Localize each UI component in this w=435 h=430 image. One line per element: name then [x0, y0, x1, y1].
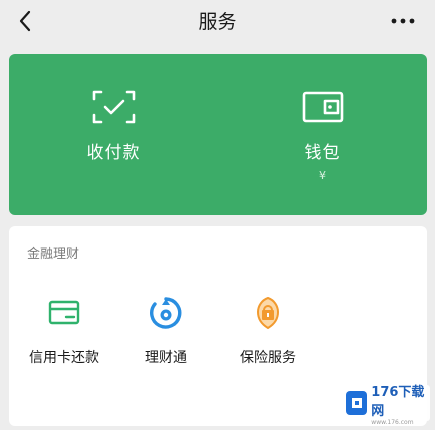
receive-pay-label: 收付款	[86, 143, 141, 163]
scan-check-icon	[92, 90, 135, 124]
watermark-logo-icon	[346, 391, 368, 415]
page-title: 服务	[198, 11, 237, 33]
services-page: 服务 收付款 钱包 ¥ 金融理财 信用卡还款 理财通 保险服务 176下载网 w…	[0, 0, 435, 430]
insurance-button[interactable]: 保险服务	[213, 296, 323, 367]
site-watermark: 176下载网 www.176.com	[342, 385, 430, 426]
more-button[interactable]	[385, 6, 421, 36]
wallet-button[interactable]: 钱包 ¥	[218, 54, 427, 215]
credit-card-repay-label: 信用卡还款	[29, 350, 99, 366]
wealth-icon	[150, 297, 182, 329]
wallet-panel: 收付款 钱包 ¥	[9, 54, 427, 215]
credit-card-icon	[48, 300, 80, 325]
more-dots-icon	[391, 18, 415, 24]
insurance-icon	[256, 296, 280, 330]
watermark-text: 176下载网	[371, 384, 425, 419]
nav-bar: 服务	[0, 0, 435, 44]
wealth-label: 理财通	[145, 350, 187, 366]
watermark-url: www.176.com	[371, 418, 414, 426]
wallet-label: 钱包	[304, 143, 341, 163]
wealth-button[interactable]: 理财通	[111, 296, 221, 367]
credit-card-repay-button[interactable]: 信用卡还款	[9, 296, 119, 367]
wallet-balance: ¥	[319, 169, 326, 182]
wallet-icon	[302, 91, 343, 123]
insurance-label: 保险服务	[240, 350, 296, 366]
receive-pay-button[interactable]: 收付款	[9, 54, 218, 215]
section-title: 金融理财	[27, 247, 80, 262]
